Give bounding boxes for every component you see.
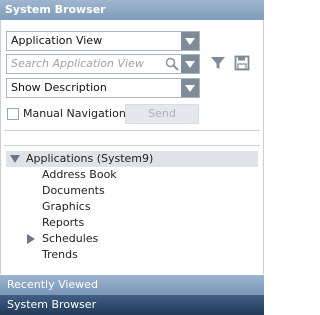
panel-title: System Browser	[0, 0, 264, 20]
chevron-down-icon[interactable]	[181, 32, 199, 50]
collapse-arrow-icon[interactable]	[10, 155, 20, 163]
tree-item-label: Trends	[42, 248, 78, 261]
tree-item-label: Address Book	[42, 168, 117, 181]
divider	[4, 145, 260, 146]
chevron-down-icon[interactable]	[181, 55, 199, 73]
tree-item-trends[interactable]: Trends	[6, 247, 258, 263]
recently-viewed-tab[interactable]: Recently Viewed	[0, 275, 264, 295]
description-select[interactable]: Show Description	[6, 78, 200, 98]
application-tree: Applications (System9) Address Book Docu…	[6, 151, 258, 263]
divider	[4, 130, 260, 131]
filter-icon[interactable]	[210, 55, 226, 71]
save-icon[interactable]	[234, 55, 250, 71]
search-icon[interactable]	[165, 57, 179, 71]
description-select-value: Show Description	[11, 81, 107, 94]
tree-item-label: Documents	[42, 184, 105, 197]
tree-item-label: Reports	[42, 216, 85, 229]
tree-item-label: Schedules	[42, 232, 99, 245]
tree-item-address-book[interactable]: Address Book	[6, 167, 258, 183]
view-select-value: Application View	[11, 34, 103, 47]
tree-item-graphics[interactable]: Graphics	[6, 199, 258, 215]
send-button[interactable]: Send	[125, 104, 199, 124]
manual-navigation-checkbox[interactable]	[7, 108, 19, 120]
chevron-down-icon[interactable]	[181, 79, 199, 97]
expand-arrow-icon[interactable]	[27, 234, 35, 244]
tree-item-reports[interactable]: Reports	[6, 215, 258, 231]
tree-item-documents[interactable]: Documents	[6, 183, 258, 199]
system-browser-tab[interactable]: System Browser	[0, 295, 264, 315]
view-select[interactable]: Application View	[6, 31, 200, 51]
search-input[interactable]: Search Application View	[6, 54, 200, 74]
tree-root-applications[interactable]: Applications (System9)	[6, 151, 258, 167]
tree-item-label: Graphics	[42, 200, 91, 213]
tree-root-label: Applications (System9)	[26, 152, 154, 165]
search-placeholder: Search Application View	[11, 57, 144, 70]
tree-item-schedules[interactable]: Schedules	[6, 231, 258, 247]
manual-navigation-label: Manual Navigation	[23, 107, 126, 120]
